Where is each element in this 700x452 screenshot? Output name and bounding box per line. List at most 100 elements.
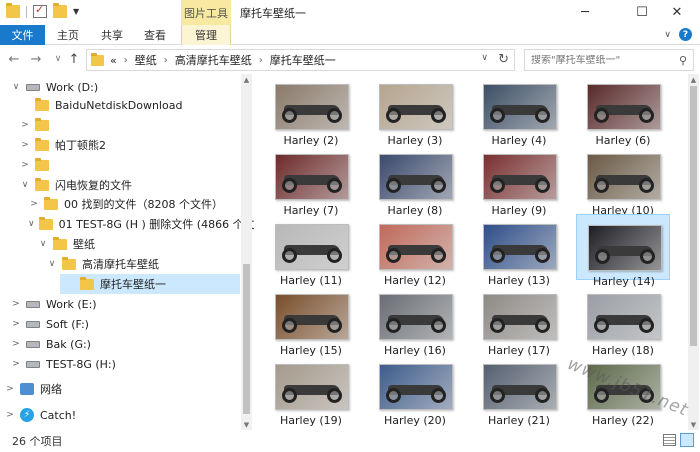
- tree-item[interactable]: > TEST-8G (H:): [0, 354, 240, 374]
- expand-down-icon[interactable]: ∨: [19, 180, 31, 190]
- file-tile[interactable]: Harley (21): [472, 354, 566, 427]
- file-tile[interactable]: Harley (4): [472, 74, 566, 147]
- tab-file[interactable]: 文件: [0, 25, 45, 45]
- breadcrumb-item[interactable]: 壁纸: [135, 52, 157, 68]
- file-tile[interactable]: Harley (19): [264, 354, 358, 427]
- expand-down-icon[interactable]: ∨: [10, 82, 22, 92]
- tree-item[interactable]: ∨ 闪电恢复的文件: [0, 175, 240, 195]
- scroll-down-icon[interactable]: ▼: [688, 419, 699, 430]
- tree-item[interactable]: > Work (E:): [0, 294, 240, 314]
- expand-ribbon-icon[interactable]: ∨: [664, 30, 671, 40]
- file-tile[interactable]: Harley (20): [368, 354, 462, 427]
- file-tile[interactable]: Harley (14): [576, 214, 670, 288]
- expand-right-icon[interactable]: >: [4, 384, 16, 394]
- drive-icon: [26, 83, 40, 91]
- expand-right-icon[interactable]: >: [19, 160, 31, 170]
- scrollbar-thumb[interactable]: [243, 264, 250, 414]
- tree-item-label: Bak (G:): [46, 337, 91, 351]
- up-arrow-icon[interactable]: ↑: [66, 51, 82, 67]
- details-view-icon[interactable]: [663, 434, 676, 446]
- expand-down-icon[interactable]: ∨: [37, 239, 49, 249]
- refresh-icon[interactable]: ↻: [498, 52, 509, 67]
- expand-right-icon[interactable]: >: [10, 339, 22, 349]
- file-list-scrollbar[interactable]: ▲ ▼: [688, 74, 699, 430]
- file-tile[interactable]: Harley (18): [576, 284, 670, 357]
- expand-down-icon[interactable]: ∨: [46, 259, 58, 269]
- tree-item[interactable]: ∨ 高清摩托车壁纸: [0, 254, 240, 274]
- drive-icon: [26, 360, 40, 368]
- file-tile[interactable]: Harley (13): [472, 214, 566, 287]
- tree-item-label: 网络: [40, 383, 62, 396]
- tree-item[interactable]: > Bak (G:): [0, 334, 240, 354]
- tree-item[interactable]: >: [0, 115, 240, 135]
- file-tile[interactable]: Harley (10): [576, 144, 670, 217]
- file-tile[interactable]: Harley (9): [472, 144, 566, 217]
- help-icon[interactable]: ?: [679, 28, 692, 41]
- scroll-up-icon[interactable]: ▲: [688, 74, 699, 85]
- file-tile[interactable]: Harley (8): [368, 144, 462, 217]
- tab-view[interactable]: 查看: [137, 25, 173, 45]
- tree-item[interactable]: >00 找到的文件（8208 个文件）: [0, 194, 240, 214]
- minimize-button[interactable]: ─: [562, 0, 608, 25]
- breadcrumb-item[interactable]: 高清摩托车壁纸: [175, 52, 252, 68]
- close-button[interactable]: ✕: [654, 0, 700, 25]
- folder-icon: [44, 196, 58, 210]
- file-tile[interactable]: Harley (6): [576, 74, 670, 147]
- tree-item[interactable]: 摩托车壁纸一: [60, 274, 240, 294]
- motorcycle-thumbnail: [483, 294, 557, 340]
- navigation-pane-scrollbar[interactable]: ▲ ▼: [241, 74, 252, 430]
- scroll-down-icon[interactable]: ▼: [241, 419, 252, 430]
- scroll-up-icon[interactable]: ▲: [241, 74, 252, 85]
- expand-right-icon[interactable]: >: [10, 359, 22, 369]
- tree-item[interactable]: ∨ 壁纸: [0, 234, 240, 254]
- breadcrumb-item[interactable]: 摩托车壁纸一: [270, 52, 336, 68]
- back-arrow-icon[interactable]: ←: [6, 51, 22, 67]
- large-icons-view-icon[interactable]: [680, 433, 694, 447]
- expand-right-icon[interactable]: >: [19, 120, 31, 130]
- chevron-right-icon[interactable]: ›: [259, 55, 263, 66]
- forward-arrow-icon[interactable]: →: [28, 51, 44, 67]
- file-tile[interactable]: Harley (12): [368, 214, 462, 287]
- expand-right-icon[interactable]: >: [10, 319, 22, 329]
- new-folder-icon[interactable]: [53, 3, 67, 18]
- file-tile[interactable]: Harley (3): [368, 74, 462, 147]
- tree-item[interactable]: >: [0, 155, 240, 175]
- tree-item[interactable]: ∨ 01 TEST-8G (H ) 删除文件 (4866 个文件): [0, 214, 254, 234]
- file-tile[interactable]: Harley (11): [264, 214, 358, 287]
- customize-toolbar-dropdown-icon[interactable]: ▼: [73, 7, 79, 16]
- scrollbar-thumb[interactable]: [690, 86, 697, 346]
- expand-right-icon[interactable]: >: [4, 410, 16, 420]
- search-icon[interactable]: ⚲: [679, 54, 687, 67]
- expand-right-icon[interactable]: >: [10, 299, 22, 309]
- tab-home[interactable]: 主页: [50, 25, 86, 45]
- drive-icon: [26, 300, 40, 308]
- address-bar[interactable]: « › 壁纸 › 高清摩托车壁纸 › 摩托车壁纸一 ∨ ↻: [86, 49, 515, 71]
- file-name: Harley (21): [488, 414, 550, 427]
- folder-icon[interactable]: [6, 3, 20, 18]
- file-tile[interactable]: Harley (16): [368, 284, 462, 357]
- recent-locations-icon[interactable]: ∨: [50, 51, 66, 67]
- tree-item[interactable]: ∨ Work (D:): [0, 77, 240, 97]
- tree-item[interactable]: BaiduNetdiskDownload: [0, 95, 240, 115]
- chevron-right-icon[interactable]: ›: [164, 55, 168, 66]
- properties-icon[interactable]: [33, 3, 47, 18]
- tree-item[interactable]: > Soft (F:): [0, 314, 240, 334]
- file-tile[interactable]: Harley (17): [472, 284, 566, 357]
- expand-right-icon[interactable]: >: [28, 199, 40, 209]
- tree-item[interactable]: > 网络: [0, 379, 240, 399]
- file-tile[interactable]: Harley (2): [264, 74, 358, 147]
- file-tile[interactable]: Harley (15): [264, 284, 358, 357]
- breadcrumb-overflow[interactable]: «: [110, 54, 117, 67]
- address-history-dropdown-icon[interactable]: ∨: [481, 53, 488, 63]
- tree-item[interactable]: > 帕丁顿熊2: [0, 135, 240, 155]
- tree-item-label: BaiduNetdiskDownload: [55, 98, 183, 112]
- expand-right-icon[interactable]: >: [19, 140, 31, 150]
- folder-icon: [35, 157, 49, 171]
- tab-share[interactable]: 共享: [94, 25, 130, 45]
- tab-manage[interactable]: 管理: [181, 25, 231, 45]
- tree-item[interactable]: > ⚡ Catch!: [0, 405, 240, 425]
- expand-down-icon[interactable]: ∨: [28, 219, 35, 229]
- search-box[interactable]: ⚲: [524, 49, 694, 71]
- file-tile[interactable]: Harley (7): [264, 144, 358, 217]
- search-input[interactable]: [531, 54, 671, 66]
